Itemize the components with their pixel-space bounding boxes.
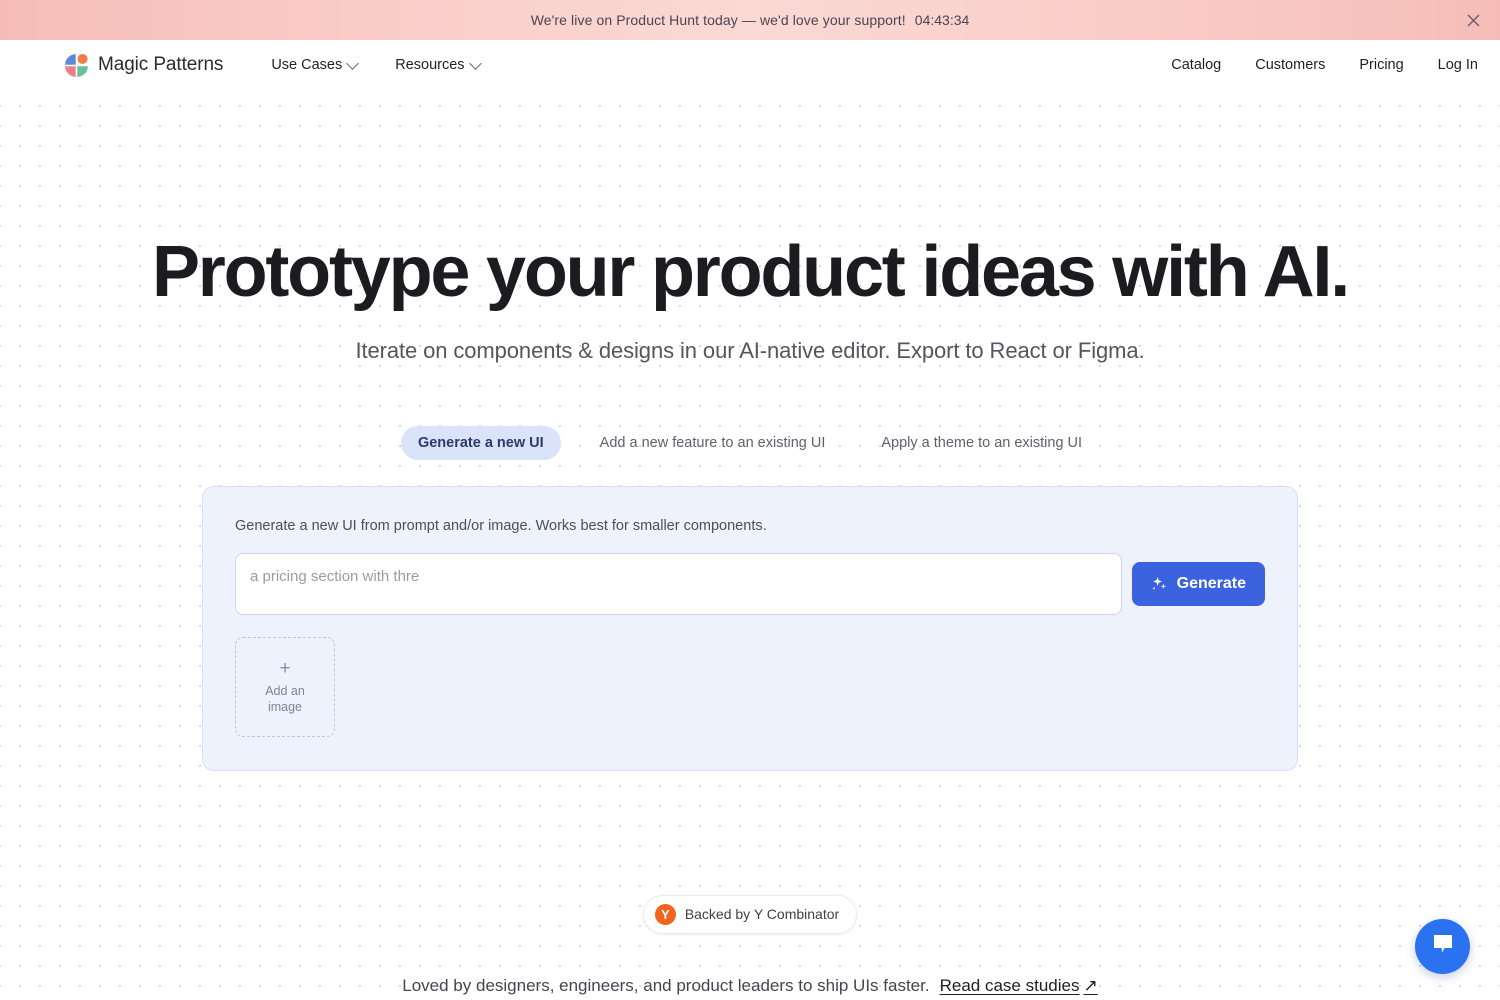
page-subtitle: Iterate on components & designs in our A… <box>355 337 1145 363</box>
add-image-label: Add an image <box>257 683 313 716</box>
chevron-down-icon <box>468 56 482 70</box>
generate-button-label: Generate <box>1176 574 1246 592</box>
add-image-label-line1: Add an <box>265 683 305 698</box>
brand-name: Magic Patterns <box>98 54 224 75</box>
chat-widget-button[interactable] <box>1415 919 1470 974</box>
nav-item-use-cases-label: Use Cases <box>271 57 343 73</box>
tab-generate-new-ui[interactable]: Generate a new UI <box>400 425 561 460</box>
add-image-label-line2: image <box>267 699 303 714</box>
nav-item-resources[interactable]: Resources <box>395 56 482 73</box>
sparkles-icon <box>1151 575 1168 592</box>
footer-tagline-text: Loved by designers, engineers, and produ… <box>402 975 930 995</box>
yc-badge[interactable]: Y Backed by Y Combinator <box>642 894 858 934</box>
plus-icon: + <box>279 657 291 679</box>
announcement-banner[interactable]: We're live on Product Hunt today — we'd … <box>0 0 1500 40</box>
tab-add-new-feature[interactable]: Add a new feature to an existing UI <box>583 426 843 460</box>
read-case-studies-link[interactable]: Read case studies ↗ <box>940 976 1098 996</box>
secondary-navigation: Catalog Customers Pricing Log In <box>1171 57 1478 73</box>
page-title: Prototype your product ideas with AI. <box>151 232 1350 312</box>
chat-bubble-icon <box>1430 932 1456 961</box>
tab-apply-theme[interactable]: Apply a theme to an existing UI <box>864 426 1099 460</box>
close-icon[interactable] <box>1462 9 1484 31</box>
site-header: Magic Patterns Use Cases Resources Catal… <box>0 40 1500 90</box>
announcement-timer: 04:43:34 <box>914 12 970 28</box>
footer-tagline: Loved by designers, engineers, and produ… <box>402 976 1097 996</box>
y-combinator-icon: Y <box>654 903 676 925</box>
generator-input-row: Generate <box>235 552 1265 615</box>
nav-item-use-cases[interactable]: Use Cases <box>271 56 360 73</box>
generate-button[interactable]: Generate <box>1131 561 1265 606</box>
external-link-arrow-icon: ↗ <box>1083 975 1098 995</box>
prompt-input[interactable] <box>235 552 1122 615</box>
nav-link-catalog[interactable]: Catalog <box>1171 57 1221 73</box>
hero-section: Prototype your product ideas with AI. It… <box>0 90 1500 1000</box>
primary-navigation: Use Cases Resources <box>271 56 482 73</box>
nav-link-pricing[interactable]: Pricing <box>1359 57 1403 73</box>
nav-link-customers[interactable]: Customers <box>1255 57 1325 73</box>
chevron-down-icon <box>346 56 360 70</box>
nav-link-log-in[interactable]: Log In <box>1438 57 1478 73</box>
add-image-button[interactable]: + Add an image <box>235 636 335 737</box>
nav-item-resources-label: Resources <box>395 57 465 73</box>
generator-panel: Generate a new UI from prompt and/or ima… <box>202 485 1298 771</box>
generator-description: Generate a new UI from prompt and/or ima… <box>235 517 767 534</box>
read-case-studies-label: Read case studies <box>939 975 1080 995</box>
yc-badge-label: Backed by Y Combinator <box>684 906 840 923</box>
announcement-message: We're live on Product Hunt today — we'd … <box>530 12 906 28</box>
brand-logo[interactable]: Magic Patterns <box>64 53 223 78</box>
magic-patterns-logo-icon <box>64 53 89 78</box>
mode-tabs: Generate a new UI Add a new feature to a… <box>400 425 1099 460</box>
